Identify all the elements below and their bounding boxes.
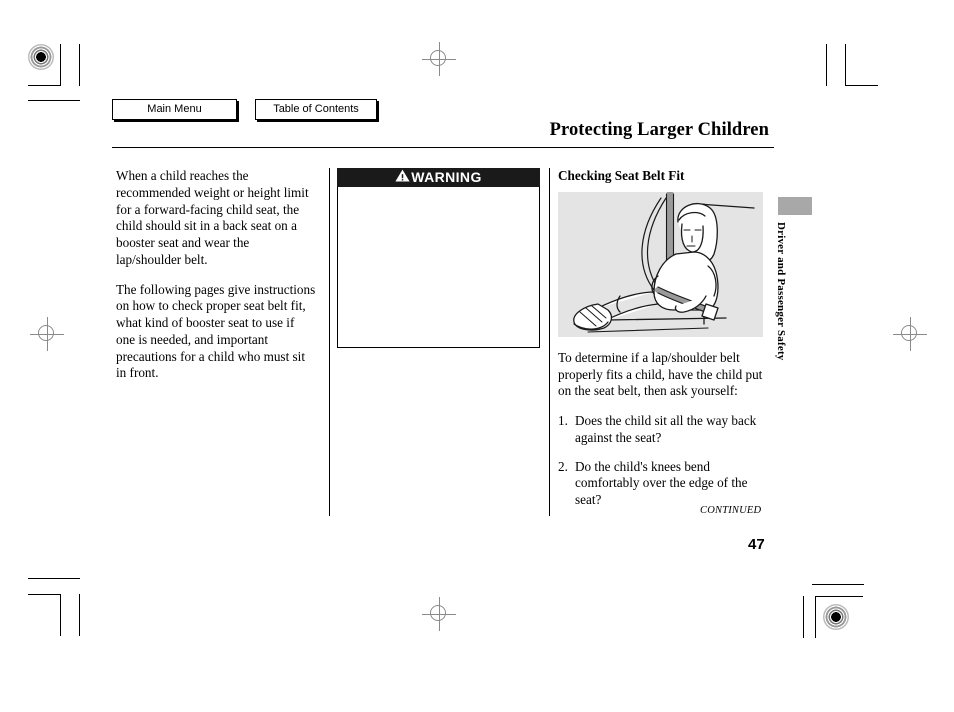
crop-mark-bottom-left-vertical <box>60 594 61 636</box>
list-item-text: Does the child sit all the way back agai… <box>575 413 757 445</box>
crop-mark-top-right-vertical-outer <box>826 44 827 86</box>
crop-mark-bottom-right-vertical <box>815 596 816 638</box>
title-divider-rule <box>112 147 774 148</box>
left-paragraph-1: When a child reaches the recommended wei… <box>116 168 309 267</box>
registration-target-top-left <box>28 44 54 70</box>
registration-crosshair-right-center <box>893 317 927 351</box>
crop-mark-top-left-horizontal <box>28 85 61 86</box>
registration-crosshair-top-center <box>422 42 456 76</box>
section-heading-checking-seat-belt-fit: Checking Seat Belt Fit <box>558 168 685 183</box>
warning-triangle-icon <box>395 169 410 187</box>
column-divider-left <box>329 168 330 516</box>
crop-mark-bottom-right-vertical-outer <box>803 596 804 638</box>
main-menu-button[interactable]: Main Menu <box>112 99 237 121</box>
list-item-number: 1. <box>558 413 568 429</box>
continued-label: CONTINUED <box>700 505 762 516</box>
page-title: Protecting Larger Children <box>549 120 769 140</box>
registration-target-bottom-right <box>823 604 849 630</box>
left-column: When a child reaches the recommended wei… <box>116 168 316 395</box>
side-tab-block <box>778 197 812 215</box>
warning-body <box>338 187 539 365</box>
registration-crosshair-left-center <box>30 317 64 351</box>
crop-mark-top-left-vertical <box>60 44 61 86</box>
registration-crosshair-bottom-center <box>422 597 456 631</box>
list-item-number: 2. <box>558 458 568 474</box>
right-paragraph-1: To determine if a lap/shoulder belt prop… <box>558 349 763 399</box>
warning-box: WARNING <box>337 168 540 348</box>
warning-header: WARNING <box>337 168 540 187</box>
crop-mark-bottom-left-horizontal <box>28 594 61 595</box>
side-tab-label: Driver and Passenger Safety <box>775 222 787 361</box>
middle-column: WARNING <box>337 168 542 348</box>
right-column: Checking Seat Belt Fit To determine if a… <box>558 168 770 521</box>
crop-mark-bottom-left-vertical-outer <box>79 594 80 636</box>
warning-title: WARNING <box>411 168 482 185</box>
crop-mark-top-right-horizontal <box>845 85 878 86</box>
list-item-text: Do the child's knees bend comfortably ov… <box>575 458 748 508</box>
crop-mark-top-left-horizontal-outer <box>28 100 80 101</box>
crop-mark-bottom-left-horizontal-outer <box>28 578 80 579</box>
crop-mark-top-right-vertical <box>845 44 846 86</box>
crop-mark-bottom-right-horizontal-outer <box>812 584 864 585</box>
crop-mark-bottom-right-horizontal <box>815 596 863 597</box>
navigation-bar: Main Menu Table of Contents <box>112 99 377 121</box>
seat-belt-fit-illustration <box>558 191 763 337</box>
page-number: 47 <box>748 536 765 553</box>
list-item: 2. Do the child's knees bend comfortably… <box>558 459 770 509</box>
seat-belt-fit-question-list: 1. Does the child sit all the way back a… <box>558 413 770 509</box>
left-paragraph-2: The following pages give instructions on… <box>116 281 316 381</box>
list-item: 1. Does the child sit all the way back a… <box>558 413 770 447</box>
table-of-contents-button[interactable]: Table of Contents <box>255 99 377 121</box>
column-divider-right <box>549 168 550 516</box>
crop-mark-top-left-vertical-outer <box>79 44 80 86</box>
